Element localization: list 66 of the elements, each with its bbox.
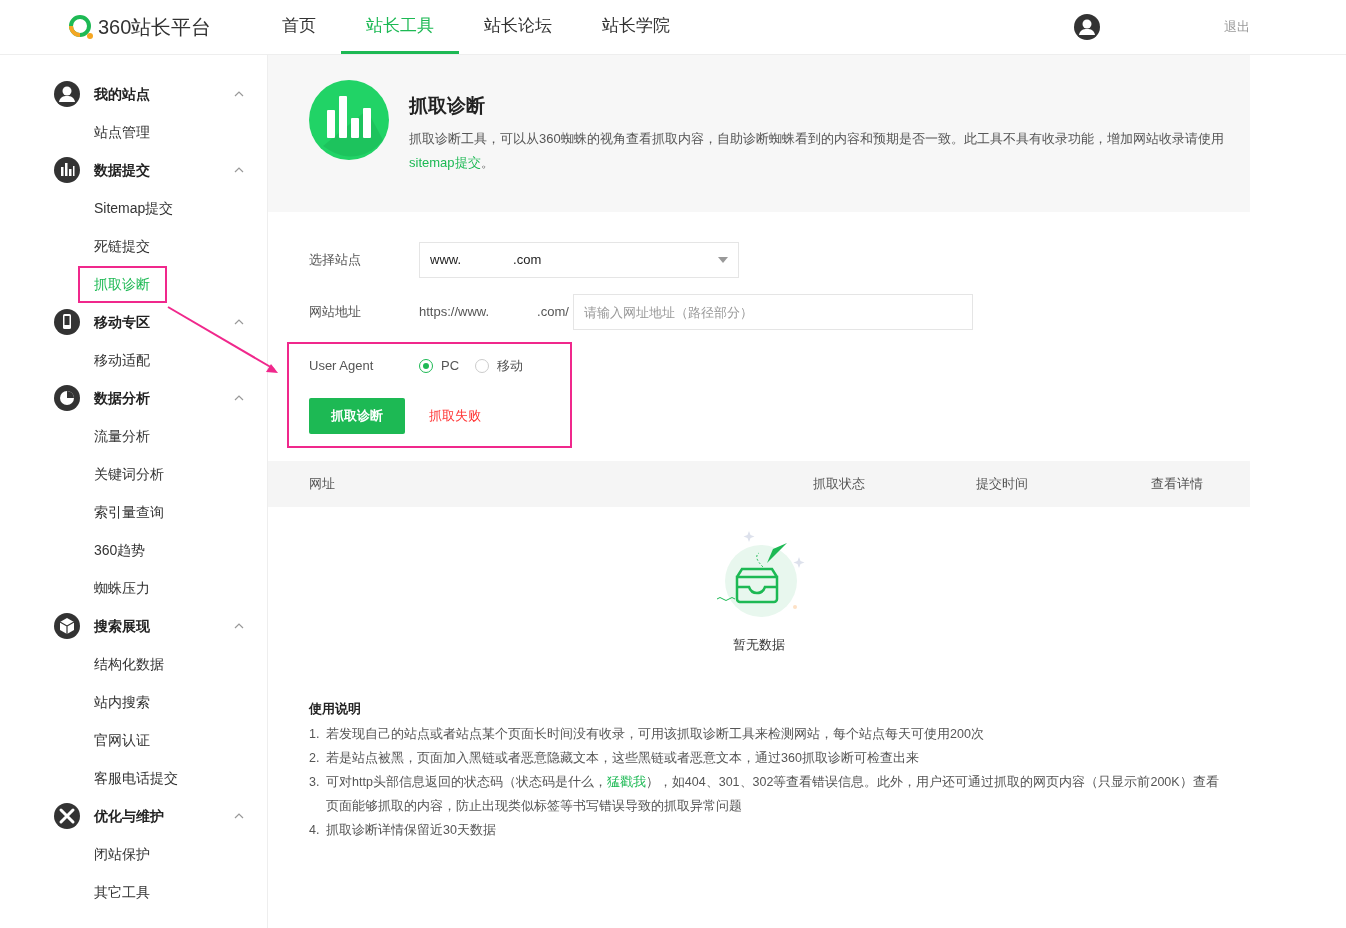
sidebar-item[interactable]: Sitemap提交 bbox=[94, 197, 174, 219]
sidebar-group-title[interactable]: 优化与维护 bbox=[94, 805, 164, 827]
url-prefix: https://www. .com/ bbox=[419, 303, 569, 322]
sidebar-item[interactable]: 关键词分析 bbox=[94, 463, 164, 485]
cube-icon bbox=[54, 613, 80, 639]
nav-tab[interactable]: 站长论坛 bbox=[459, 0, 577, 54]
sidebar-item[interactable]: 结构化数据 bbox=[94, 653, 164, 675]
sidebar-item[interactable]: 闭站保护 bbox=[94, 843, 150, 865]
instructions-title: 使用说明 bbox=[309, 699, 362, 718]
chevron-icon[interactable] bbox=[234, 319, 244, 325]
instruction-text: 若发现自己的站点或者站点某个页面长时间没有收录，可用该抓取诊断工具来检测网站，每个站点每天可使用200次 bbox=[326, 726, 985, 743]
sidebar-group-title[interactable]: 搜索展现 bbox=[94, 615, 150, 637]
field-label: 选择站点 bbox=[309, 251, 362, 270]
column-header: 查看详情 bbox=[1151, 475, 1204, 494]
pie-chart-icon bbox=[54, 385, 80, 411]
nav-tab[interactable]: 首页 bbox=[257, 0, 341, 54]
tool-description: 抓取诊断工具，可以从360蜘蛛的视角查看抓取内容，自助诊断蜘蛛看到的内容和预期是否一致。此工具不具有收录功能，增加网站收录请使用 sitemap提交。 bbox=[409, 129, 1225, 172]
field-label: User Agent bbox=[309, 357, 375, 376]
list-number: 4. bbox=[309, 822, 321, 839]
chevron-icon[interactable] bbox=[234, 813, 244, 819]
sidebar-item[interactable]: 其它工具 bbox=[94, 881, 150, 903]
url-path-input[interactable]: 请输入网址地址（路径部分） bbox=[572, 294, 973, 330]
sidebar-item[interactable]: 流量分析 bbox=[94, 425, 150, 447]
user-avatar-icon[interactable] bbox=[1074, 14, 1100, 40]
bar-chart-icon bbox=[54, 157, 80, 183]
status-text: 抓取失败 bbox=[429, 407, 481, 426]
sidebar-item[interactable]: 站点管理 bbox=[94, 121, 150, 143]
site-select[interactable]: www. .com bbox=[419, 242, 739, 278]
sidebar-item[interactable]: 官网认证 bbox=[94, 729, 150, 751]
instruction-text: 抓取诊断详情保留近30天数据 bbox=[326, 822, 497, 839]
bar-chart-icon bbox=[309, 80, 389, 160]
phone-icon bbox=[54, 309, 80, 335]
instruction-text: 若是站点被黑，页面加入黑链或者恶意隐藏文本，这些黑链或者恶意文本，通过360抓取诊断可检查出来 bbox=[326, 750, 920, 767]
sidebar-item[interactable]: 死链提交 bbox=[94, 235, 150, 257]
logo-icon bbox=[68, 14, 94, 40]
tools-icon bbox=[54, 803, 80, 829]
sidebar-item[interactable]: 站内搜索 bbox=[94, 691, 150, 713]
column-header: 提交时间 bbox=[976, 475, 1029, 494]
list-number: 2. bbox=[309, 750, 321, 767]
column-header: 抓取状态 bbox=[813, 475, 866, 494]
sidebar-group-title[interactable]: 移动专区 bbox=[94, 311, 150, 333]
chevron-icon[interactable] bbox=[234, 395, 244, 401]
caret-icon bbox=[718, 257, 728, 263]
nav-tab[interactable]: 站长学院 bbox=[577, 0, 695, 54]
empty-state-text: 暂无数据 bbox=[733, 636, 785, 654]
column-header: 网址 bbox=[309, 475, 336, 494]
sidebar-item[interactable]: 蜘蛛压力 bbox=[94, 577, 150, 599]
list-number: 1. bbox=[309, 726, 321, 743]
chevron-icon[interactable] bbox=[234, 623, 244, 629]
sidebar-item[interactable]: 客服电话提交 bbox=[94, 767, 178, 789]
sidebar-item[interactable]: 移动适配 bbox=[94, 349, 150, 371]
list-number: 3. bbox=[309, 774, 321, 791]
radio-label[interactable]: 移动 bbox=[497, 356, 524, 376]
field-label: 网站地址 bbox=[309, 303, 362, 322]
page-title: 抓取诊断 bbox=[409, 94, 486, 118]
sidebar-group-title[interactable]: 我的站点 bbox=[94, 83, 150, 105]
sidebar-item[interactable]: 索引量查询 bbox=[94, 501, 164, 523]
chevron-icon[interactable] bbox=[234, 91, 244, 97]
logo-text[interactable]: 360站长平台 bbox=[98, 12, 212, 42]
sidebar-item[interactable]: 360趋势 bbox=[94, 539, 146, 561]
chevron-icon[interactable] bbox=[234, 167, 244, 173]
user-icon bbox=[54, 81, 80, 107]
sidebar-group-title[interactable]: 数据提交 bbox=[94, 159, 150, 181]
instruction-text: 可对http头部信息返回的状态码（状态码是什么，猛戳我），如404、301、302等查看错误信息。此外，用户还可通过抓取的网页内容（只显示前200K）查看页面能够抓取的内容，防止出现类似标签等书写错误导致的抓取异常问题 bbox=[326, 774, 1220, 815]
radio-label[interactable]: PC bbox=[441, 356, 460, 376]
sidebar-group-title[interactable]: 数据分析 bbox=[94, 387, 150, 409]
